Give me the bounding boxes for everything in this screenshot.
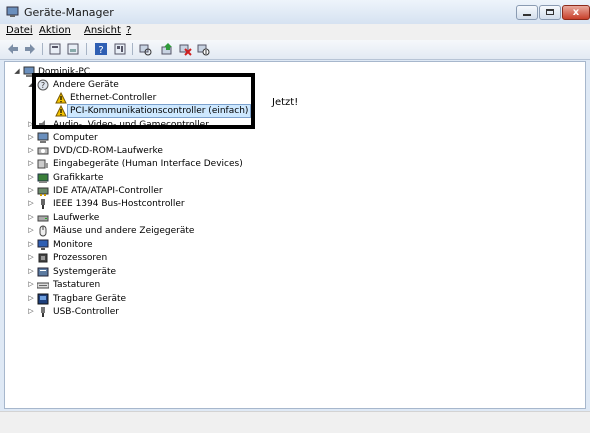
expand-icon[interactable]: ▷ <box>27 186 35 195</box>
expand-icon[interactable]: ▷ <box>27 226 35 235</box>
category-label: IEEE 1394 Bus-Hostcontroller <box>53 199 185 209</box>
usb-icon <box>41 307 45 317</box>
expand-icon[interactable]: ▷ <box>27 159 35 168</box>
help-icon[interactable]: ? <box>94 42 108 56</box>
expand-icon[interactable]: ▷ <box>27 213 35 222</box>
svg-text:?: ? <box>98 45 103 56</box>
toolbar-separator <box>42 43 43 55</box>
portable-device-icon <box>37 293 49 305</box>
collapse-icon[interactable]: ◢ <box>13 67 21 76</box>
highlight-box <box>32 73 255 129</box>
category-label: Mäuse und andere Zeigegeräte <box>53 226 195 236</box>
plug-icon <box>41 199 45 209</box>
expand-icon[interactable]: ▷ <box>27 173 35 182</box>
optical-drive-icon <box>37 147 49 155</box>
status-bar <box>0 411 590 433</box>
category-label: Monitore <box>53 240 93 250</box>
category-label: IDE ATA/ATAPI-Controller <box>53 186 163 196</box>
keyboard-icon <box>37 282 49 289</box>
menu-ansicht[interactable]: Ansicht <box>84 25 121 36</box>
properties-icon[interactable] <box>48 42 62 56</box>
expand-icon[interactable]: ▷ <box>27 267 35 276</box>
title-bar: Geräte-Manager x <box>0 0 590 24</box>
menu-datei[interactable]: Datei <box>6 25 33 36</box>
toolbar-separator <box>132 43 133 55</box>
expand-icon[interactable]: ▷ <box>27 240 35 249</box>
toolbar: ? <box>0 40 590 60</box>
toolbar-separator <box>86 43 87 55</box>
display-adapter-icon <box>37 173 49 183</box>
mouse-icon <box>39 225 47 237</box>
category-label: Tragbare Geräte <box>53 294 127 304</box>
category-label: Computer <box>53 133 98 143</box>
minimize-button[interactable] <box>516 5 538 20</box>
details-icon[interactable] <box>113 42 127 56</box>
maximize-button[interactable] <box>539 5 561 20</box>
scan-hardware-icon[interactable] <box>138 42 152 56</box>
category-label: Laufwerke <box>53 213 100 223</box>
category-label: DVD/CD-ROM-Laufwerke <box>53 146 163 156</box>
close-button[interactable]: x <box>562 5 590 20</box>
annotation-text: Jetzt! <box>272 97 299 108</box>
disk-drive-icon <box>37 215 49 222</box>
category-label: Grafikkarte <box>53 173 104 183</box>
maximize-icon <box>546 9 554 15</box>
menu-help[interactable]: ? <box>126 25 131 36</box>
device-tree: ◢ Dominik-PC ◢ ? Andere Geräte Ethernet-… <box>4 61 586 409</box>
expand-icon[interactable]: ▷ <box>27 133 35 142</box>
update-driver-icon[interactable] <box>160 42 174 56</box>
monitor-icon <box>37 239 49 250</box>
close-icon: x <box>572 7 580 18</box>
expand-icon[interactable]: ▷ <box>27 199 35 208</box>
expand-icon[interactable]: ▷ <box>27 294 35 303</box>
category-label: Systemgeräte <box>53 267 117 277</box>
view-icon[interactable] <box>66 42 80 56</box>
processor-icon <box>38 253 48 263</box>
category-label: USB-Controller <box>53 307 119 317</box>
input-device-icon <box>37 159 48 169</box>
category-label: Tastaturen <box>53 280 101 290</box>
expand-icon[interactable]: ▷ <box>27 146 35 155</box>
expand-icon[interactable]: ▷ <box>27 280 35 289</box>
disable-icon[interactable] <box>196 42 210 56</box>
menu-bar: Datei Aktion Ansicht ? <box>0 24 590 40</box>
uninstall-icon[interactable] <box>178 42 192 56</box>
back-arrow-icon[interactable] <box>6 42 20 56</box>
controller-icon <box>37 187 49 196</box>
expand-icon[interactable]: ▷ <box>27 253 35 262</box>
menu-aktion[interactable]: Aktion <box>39 25 71 36</box>
category-label: Eingabegeräte (Human Interface Devices) <box>53 159 243 169</box>
minimize-icon <box>523 14 531 16</box>
computer-icon <box>37 132 49 143</box>
device-manager-icon <box>6 6 19 17</box>
window-title: Geräte-Manager <box>24 6 114 19</box>
category-label: Prozessoren <box>53 253 108 263</box>
expand-icon[interactable]: ▷ <box>27 307 35 316</box>
forward-arrow-icon[interactable] <box>23 42 37 56</box>
system-device-icon <box>37 267 49 277</box>
